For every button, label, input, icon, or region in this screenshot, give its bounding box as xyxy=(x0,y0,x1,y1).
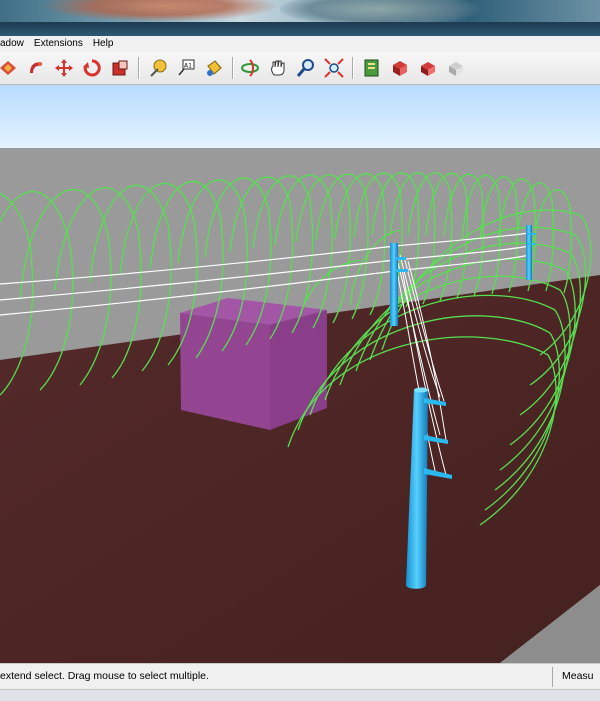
share-component-icon[interactable] xyxy=(444,56,468,80)
look-around-icon[interactable] xyxy=(0,56,20,80)
desktop-background xyxy=(0,0,600,36)
menu-extensions[interactable]: Extensions xyxy=(34,36,83,52)
taskbar-edge xyxy=(0,689,600,701)
menu-bar: adow Extensions Help xyxy=(0,36,600,53)
rotate-icon[interactable] xyxy=(80,56,104,80)
paint-bucket-icon[interactable] xyxy=(202,56,226,80)
measurements-label: Measu xyxy=(562,670,594,682)
share-model-icon[interactable] xyxy=(388,56,412,80)
tape-measure-icon[interactable] xyxy=(146,56,170,80)
menu-help[interactable]: Help xyxy=(93,36,114,52)
pink-box xyxy=(180,298,327,430)
menu-window[interactable]: adow xyxy=(0,36,24,52)
zoom-icon[interactable] xyxy=(294,56,318,80)
sky xyxy=(0,85,600,148)
orbit-icon[interactable] xyxy=(238,56,262,80)
pan-icon[interactable] xyxy=(266,56,290,80)
status-bar: extend select. Drag mouse to select mult… xyxy=(0,663,600,690)
model-viewport[interactable] xyxy=(0,85,600,663)
walk-icon[interactable] xyxy=(24,56,48,80)
toolbar: A1 xyxy=(0,52,600,85)
move-icon[interactable] xyxy=(52,56,76,80)
scale-icon[interactable] xyxy=(108,56,132,80)
zoom-extents-icon[interactable] xyxy=(322,56,346,80)
text-label-icon[interactable]: A1 xyxy=(174,56,198,80)
svg-text:A1: A1 xyxy=(184,63,192,70)
get-models-icon[interactable] xyxy=(360,56,384,80)
get-components-icon[interactable] xyxy=(416,56,440,80)
scene-canvas xyxy=(0,85,600,663)
status-divider xyxy=(552,667,553,687)
status-hint: extend select. Drag mouse to select mult… xyxy=(0,670,209,682)
